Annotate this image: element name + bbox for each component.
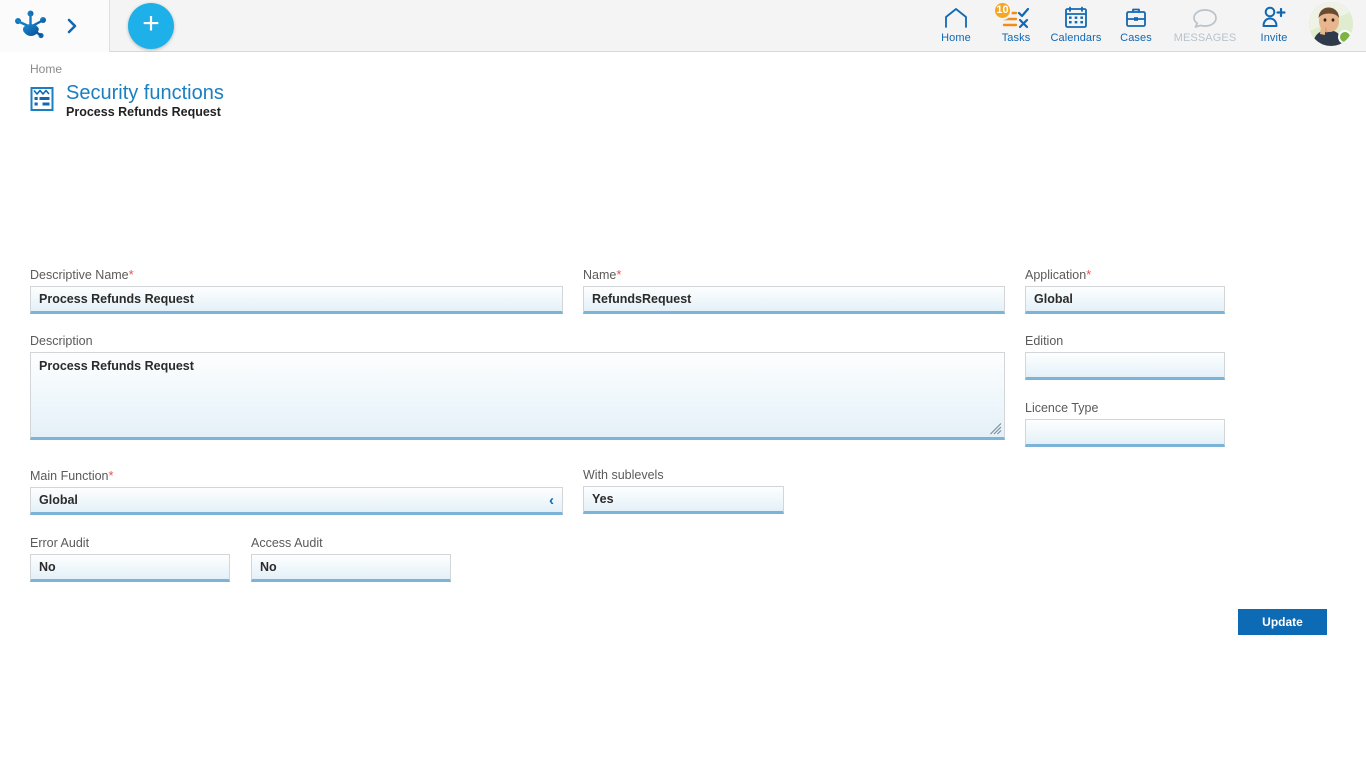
avatar-wrap[interactable] [1304,0,1358,46]
resize-grip-handle[interactable] [990,423,1002,435]
label-error-audit: Error Audit [30,536,230,550]
required-marker: * [1086,267,1091,282]
required-marker: * [129,267,134,282]
field-with-sublevels: With sublevels Yes [583,468,784,514]
page-title: Security functions [66,82,224,104]
sidebar-expand-button[interactable] [52,6,92,46]
nav-item-invite[interactable]: Invite [1244,0,1304,44]
top-nav: Home 10 Tasks [926,0,1366,52]
nav-label-invite: Invite [1261,32,1288,44]
field-application: Application* Global [1025,267,1225,314]
nav-label-tasks: Tasks [1002,32,1031,44]
label-name: Name* [583,267,1005,282]
input-licence-type[interactable] [1025,419,1225,447]
input-error-audit[interactable]: No [30,554,230,582]
application-logo[interactable] [10,10,52,42]
nav-label-home: Home [941,32,971,44]
top-bar: + Home 10 Tasks [0,0,1366,52]
field-main-function: Main Function* Global ‹ [30,468,563,515]
label-descriptive-name: Descriptive Name* [30,267,563,282]
add-new-button[interactable]: + [128,3,174,49]
field-name: Name* RefundsRequest [583,267,1005,314]
add-button-wrap: + [110,3,174,49]
plus-icon: + [142,9,160,39]
clipboard-list-icon [28,85,56,113]
field-descriptive-name: Descriptive Name* Process Refunds Reques… [30,267,563,314]
field-edition: Edition [1025,334,1225,380]
textarea-wrap: Process Refunds Request [30,352,1005,440]
breadcrumb-home[interactable]: Home [30,62,62,76]
page-header: Security functions Process Refunds Reque… [28,82,1366,119]
input-edition[interactable] [1025,352,1225,380]
label-access-audit: Access Audit [251,536,451,550]
label-edition: Edition [1025,334,1225,348]
calendar-icon [1064,5,1088,29]
input-access-audit[interactable]: No [251,554,451,582]
field-description: Description Process Refunds Request [30,334,1005,440]
avatar[interactable] [1309,2,1353,46]
home-icon [943,5,969,29]
page-header-texts: Security functions Process Refunds Reque… [66,82,224,119]
field-error-audit: Error Audit No [30,536,230,582]
input-application[interactable]: Global [1025,286,1225,314]
chat-bubble-icon [1192,5,1218,29]
update-button[interactable]: Update [1238,609,1327,635]
label-application: Application* [1025,267,1225,282]
select-main-function[interactable]: Global ‹ [30,487,563,515]
textarea-description[interactable]: Process Refunds Request [30,352,1005,440]
label-description: Description [30,334,1005,348]
label-with-sublevels: With sublevels [583,468,784,482]
nav-label-messages: MESSAGES [1174,32,1237,44]
chevron-right-icon [65,17,79,35]
briefcase-icon [1124,5,1148,29]
input-with-sublevels[interactable]: Yes [583,486,784,514]
select-main-function-value: Global [39,493,78,507]
chevron-left-icon[interactable]: ‹ [549,493,554,508]
nav-label-cases: Cases [1120,32,1152,44]
nav-item-home[interactable]: Home [926,0,986,44]
field-access-audit: Access Audit No [251,536,451,582]
breadcrumb: Home [0,52,1366,78]
logo-panel [0,0,110,52]
field-licence-type: Licence Type [1025,401,1225,447]
invite-user-icon [1261,5,1287,29]
nav-label-calendars: Calendars [1050,32,1101,44]
tasks-badge: 10 [993,1,1012,20]
label-main-function: Main Function* [30,468,563,483]
nav-item-calendars[interactable]: Calendars [1046,0,1106,44]
nav-item-tasks[interactable]: 10 Tasks [986,0,1046,44]
label-licence-type: Licence Type [1025,401,1225,415]
nav-item-messages[interactable]: MESSAGES [1166,0,1244,44]
status-dot-online [1338,30,1352,44]
input-name[interactable]: RefundsRequest [583,286,1005,314]
input-descriptive-name[interactable]: Process Refunds Request [30,286,563,314]
page-subtitle: Process Refunds Request [66,105,224,119]
nav-item-cases[interactable]: Cases [1106,0,1166,44]
required-marker: * [616,267,621,282]
required-marker: * [109,468,114,483]
